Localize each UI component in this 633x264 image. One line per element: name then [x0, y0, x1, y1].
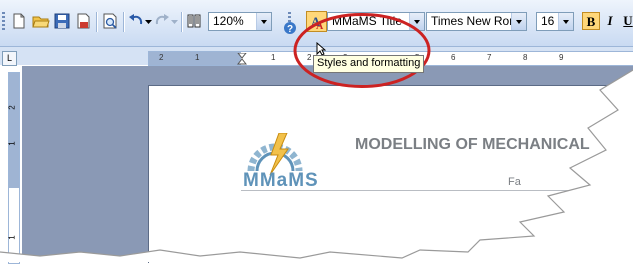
mouse-cursor-icon: [316, 42, 326, 56]
tooltip: Styles and formatting: [313, 55, 425, 73]
app-window: 120% ? A A MMaMS Title Times New Roman 1…: [0, 0, 633, 264]
highlight-ellipse: [293, 13, 431, 88]
